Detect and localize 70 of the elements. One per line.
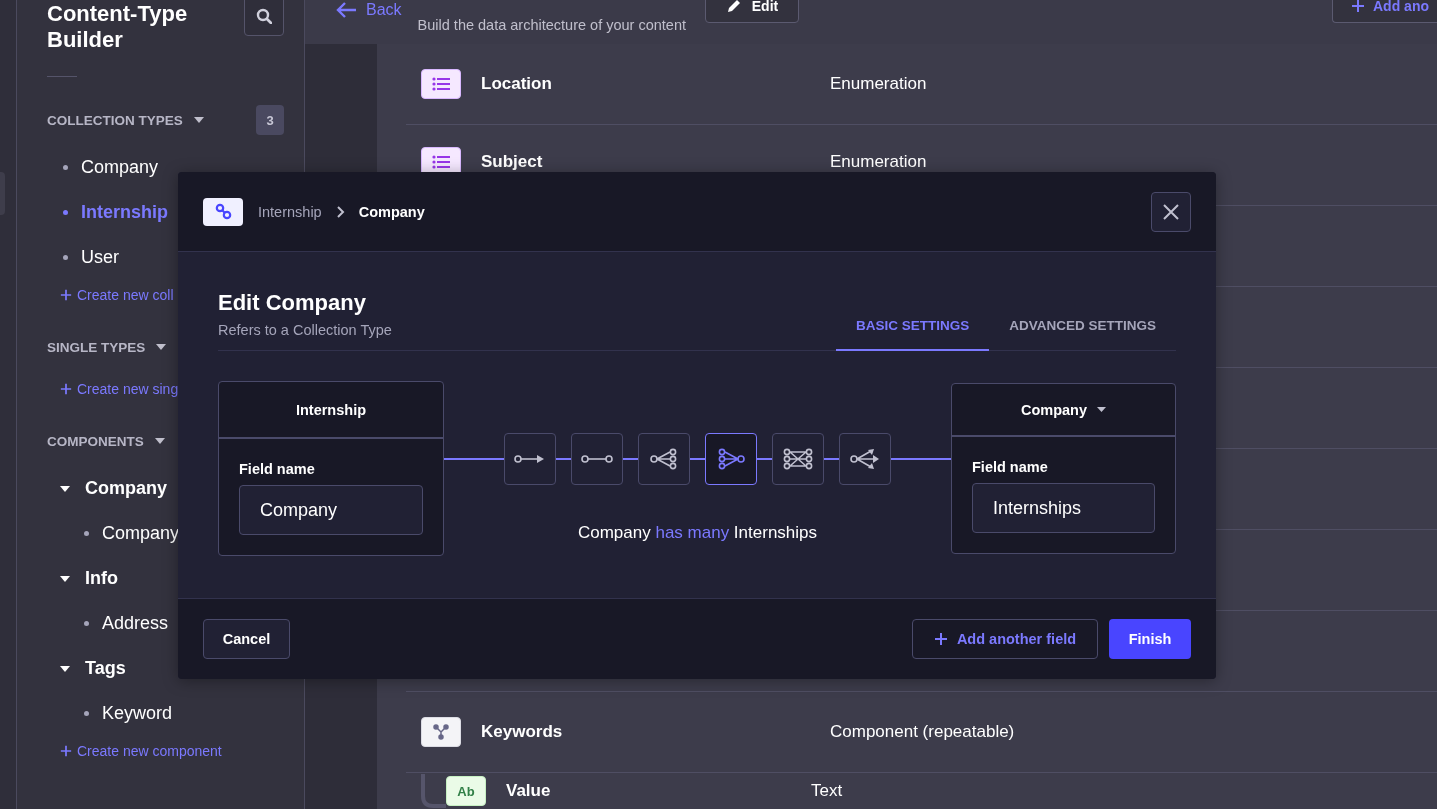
relation-option[interactable] — [772, 433, 824, 485]
create-link[interactable]: Create new component — [47, 736, 284, 766]
breadcrumb-item: Company — [358, 203, 425, 220]
caret-icon[interactable] — [192, 116, 205, 124]
finish-button[interactable]: Finish — [1109, 619, 1191, 659]
field-name: Location — [481, 74, 553, 94]
relation-option[interactable] — [638, 433, 690, 485]
content-type-name: Internship — [295, 401, 367, 418]
create-link[interactable]: Create new sing — [47, 374, 284, 404]
caret-icon[interactable] — [59, 664, 71, 673]
chevron-icon — [335, 205, 345, 218]
field-name-input[interactable]: Company — [239, 485, 423, 535]
list-icon — [421, 69, 461, 99]
component-icon — [421, 717, 461, 747]
relation-option[interactable] — [571, 433, 623, 485]
relation-summary: Company has many Internships — [577, 523, 818, 543]
caret-icon[interactable] — [59, 484, 71, 493]
pencil-icon — [725, 0, 742, 14]
close-button[interactable] — [1151, 191, 1191, 232]
crossed-nodes-icon — [781, 448, 815, 470]
sidebar-item[interactable]: Keyword — [47, 691, 284, 736]
field-name: Value — [506, 781, 552, 801]
plus-icon — [933, 632, 948, 646]
field-type: Enumeration — [830, 151, 927, 172]
field-name: Subject — [481, 151, 544, 172]
caret-icon[interactable] — [59, 574, 71, 583]
arrow-icon — [336, 1, 358, 19]
sidebar-title: Content-Type Builder — [47, 1, 189, 53]
close-icon — [1163, 203, 1179, 220]
text-type-icon: Ab — [446, 776, 486, 806]
page-subtitle: Build the data architecture of your content — [417, 17, 686, 33]
cancel-button[interactable]: Cancel — [203, 619, 290, 659]
caret-icon[interactable] — [1097, 407, 1107, 412]
plus-icon — [60, 383, 72, 395]
sidebar-item[interactable]: User — [47, 235, 284, 280]
count-badge: 3 — [256, 105, 284, 135]
breadcrumb-item[interactable]: Internship — [258, 203, 322, 220]
dialog-subtitle: Refers to a Collection Type — [218, 322, 392, 338]
section-label: SINGLE TYPES — [47, 339, 146, 355]
section-label: COLLECTION TYPES — [47, 112, 183, 128]
section-label: COMPONENTS — [47, 433, 144, 449]
content-type-name[interactable]: Company — [1020, 401, 1088, 418]
group-label[interactable]: Company — [85, 478, 167, 499]
edit-button[interactable]: Edit — [705, 0, 799, 23]
plus-icon — [60, 289, 72, 301]
relation-option[interactable] — [839, 433, 891, 485]
sidebar-item[interactable]: Company — [47, 145, 284, 190]
add-field-button[interactable]: Add ano — [1332, 0, 1437, 23]
relation-option[interactable] — [504, 433, 556, 485]
plus-icon — [1351, 0, 1365, 13]
group-label[interactable]: Info — [85, 568, 118, 589]
caret-icon[interactable] — [153, 437, 166, 445]
field-name-input[interactable]: Internships — [972, 483, 1155, 533]
link-icon — [203, 197, 243, 226]
field-type: Enumeration — [830, 74, 927, 94]
dialog-title: Edit Company — [218, 290, 367, 316]
search-icon — [256, 8, 272, 24]
field-type: Component (repeatable) — [830, 722, 1015, 742]
field-type: Text — [811, 781, 843, 801]
settings-tab[interactable]: BASIC SETTINGS — [835, 301, 990, 351]
relation-option[interactable] — [705, 433, 757, 485]
add-another-field-button[interactable]: Add another field — [912, 619, 1098, 659]
field-name: Keywords — [481, 722, 564, 742]
group-label[interactable]: Tags — [85, 658, 126, 679]
caret-icon[interactable] — [155, 343, 168, 351]
field-label: Field name — [972, 459, 1049, 475]
field-label: Field name — [239, 461, 316, 477]
search-button[interactable] — [244, 0, 284, 36]
plus-icon — [60, 745, 72, 757]
settings-tab[interactable]: ADVANCED SETTINGS — [989, 301, 1176, 351]
